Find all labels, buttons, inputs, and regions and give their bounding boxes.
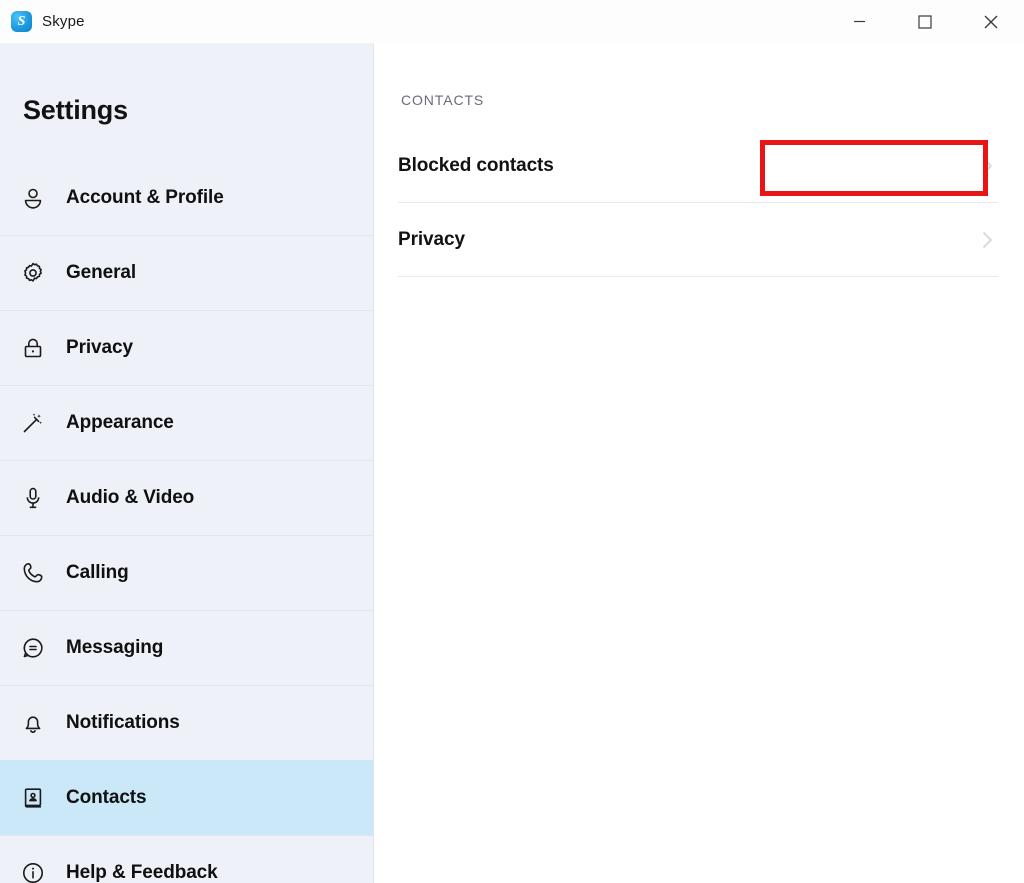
bell-icon bbox=[20, 710, 46, 736]
lock-icon bbox=[20, 335, 46, 361]
sidebar-item-notifications[interactable]: Notifications bbox=[0, 685, 373, 760]
setting-row-blocked-contacts[interactable]: Blocked contacts bbox=[398, 129, 998, 203]
chevron-right-icon bbox=[976, 229, 998, 251]
minimize-button[interactable] bbox=[826, 0, 892, 43]
chevron-right-icon bbox=[976, 155, 998, 177]
gear-icon bbox=[20, 260, 46, 286]
sidebar-item-appearance[interactable]: Appearance bbox=[0, 385, 373, 460]
address-book-icon bbox=[20, 785, 46, 811]
sidebar-item-label: Contacts bbox=[66, 787, 147, 808]
sidebar-item-label: Audio & Video bbox=[66, 487, 195, 508]
skype-logo-letter: S bbox=[17, 13, 26, 29]
settings-rows: Blocked contacts Privacy bbox=[398, 129, 998, 277]
minimize-icon bbox=[853, 15, 866, 28]
setting-row-label: Privacy bbox=[398, 228, 465, 250]
skype-logo-icon: S bbox=[11, 11, 32, 32]
magic-wand-icon bbox=[20, 410, 46, 436]
sidebar-item-calling[interactable]: Calling bbox=[0, 535, 373, 610]
sidebar-item-label: Calling bbox=[66, 562, 129, 583]
title-bar: S Skype bbox=[0, 0, 1024, 43]
app-brand: S Skype bbox=[0, 11, 85, 32]
sidebar-item-messaging[interactable]: Messaging bbox=[0, 610, 373, 685]
setting-row-privacy[interactable]: Privacy bbox=[398, 203, 998, 277]
sidebar-item-general[interactable]: General bbox=[0, 235, 373, 310]
page-title: Settings bbox=[23, 95, 128, 125]
sidebar-item-label: Account & Profile bbox=[66, 186, 224, 208]
sidebar-item-privacy[interactable]: Privacy bbox=[0, 310, 373, 385]
chat-bubble-icon bbox=[20, 635, 46, 661]
sidebar-item-label: General bbox=[66, 262, 137, 283]
settings-nav-list: Account & Profile General Privacy Appear… bbox=[0, 160, 373, 883]
close-icon bbox=[983, 14, 999, 30]
sidebar-item-label: Messaging bbox=[66, 637, 164, 658]
info-circle-icon bbox=[20, 860, 46, 883]
content-area: Settings Account & Profile General Priva… bbox=[0, 43, 1024, 883]
sidebar-item-label: Help & Feedback bbox=[66, 862, 218, 883]
sidebar-item-contacts[interactable]: Contacts bbox=[0, 760, 373, 835]
window-controls bbox=[826, 0, 1024, 43]
sidebar-item-label: Privacy bbox=[66, 337, 133, 358]
person-icon bbox=[20, 185, 46, 211]
skype-settings-window: S Skype Settings Account & Profile Gener… bbox=[0, 0, 1024, 883]
sidebar-item-label: Notifications bbox=[66, 712, 180, 733]
setting-row-label: Blocked contacts bbox=[398, 154, 554, 176]
app-title: Skype bbox=[42, 13, 85, 30]
sidebar-item-help-feedback[interactable]: Help & Feedback bbox=[0, 835, 373, 883]
phone-icon bbox=[20, 560, 46, 586]
settings-detail-panel: CONTACTS Blocked contacts Privacy bbox=[374, 43, 1024, 883]
microphone-icon bbox=[20, 485, 46, 511]
section-header-contacts: CONTACTS bbox=[401, 92, 485, 108]
sidebar-item-label: Appearance bbox=[66, 412, 174, 433]
sidebar-item-audio-video[interactable]: Audio & Video bbox=[0, 460, 373, 535]
maximize-icon bbox=[918, 14, 932, 29]
settings-sidebar: Settings Account & Profile General Priva… bbox=[0, 43, 374, 883]
close-button[interactable] bbox=[958, 0, 1024, 43]
maximize-button[interactable] bbox=[892, 0, 958, 43]
sidebar-item-account-profile[interactable]: Account & Profile bbox=[0, 160, 373, 235]
